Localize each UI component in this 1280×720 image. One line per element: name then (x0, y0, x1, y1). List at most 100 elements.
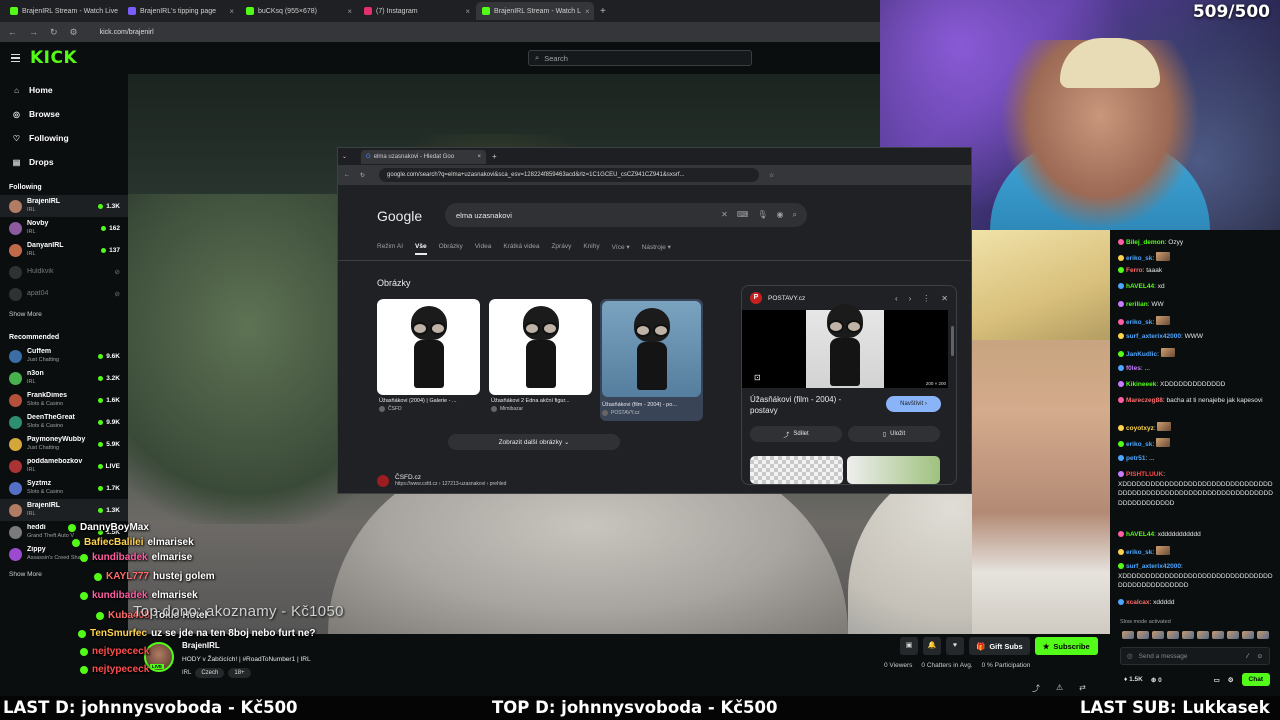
panel-scrollbar[interactable] (951, 326, 954, 356)
filter-tab[interactable]: Více ▾ (612, 243, 630, 255)
new-tab-icon[interactable]: + (600, 6, 606, 17)
back-icon[interactable]: ← (8, 27, 17, 37)
kick-logo[interactable]: KICK (30, 48, 77, 68)
chat-username[interactable]: xcalcax (1126, 599, 1150, 606)
channel-danyanirl[interactable]: DanyanIRL IRL 137 (0, 239, 128, 261)
nav-following[interactable]: ♡ Following (0, 126, 128, 150)
browser-tab[interactable]: (7) Instagram × (358, 2, 476, 20)
command-icon[interactable]: ⁄ (1247, 653, 1248, 660)
emoji-icon[interactable]: ☺ (1256, 653, 1263, 660)
filter-tab[interactable]: Režim AI (377, 243, 403, 255)
chat-username[interactable]: PISHTLUUK (1126, 471, 1163, 478)
chat-username[interactable]: eriko_sk (1126, 255, 1152, 262)
google-url[interactable]: google.com/search?q=elma+uzasnakovi&sca_… (379, 168, 760, 182)
close-icon[interactable]: ✕ (941, 294, 948, 303)
image-result[interactable]: Úžasňákovi (2004) | Galerie - ... ČSFD (377, 299, 480, 421)
filter-tab[interactable]: Nástroje ▾ (642, 243, 671, 255)
chat-username[interactable]: f0les (1126, 365, 1141, 372)
channel-brajenirl[interactable]: BrajenIRL IRL 1.3K (0, 499, 128, 521)
filter-tab[interactable]: Knihy (583, 243, 599, 255)
chat-gear-icon[interactable]: ⚙ (1228, 676, 1234, 684)
clear-icon[interactable]: ✕ (721, 210, 728, 220)
clip-icon[interactable]: ▣ (900, 637, 918, 655)
tab-list-icon[interactable]: ⌄ (342, 153, 347, 160)
channel-brajenirl[interactable]: BrajenIRL IRL 1.3K (0, 195, 128, 217)
chat-input[interactable]: ◎ Send a message ⁄ ☺ (1120, 647, 1270, 665)
filter-tab[interactable]: Zprávy (551, 243, 571, 255)
chat-username[interactable]: Bilej_demon (1126, 239, 1165, 246)
bookmark-star-icon[interactable]: ☆ (769, 172, 774, 179)
report-icon[interactable]: ⚠ (1056, 683, 1063, 694)
more-options-icon[interactable]: ⋮ (922, 294, 930, 303)
panel-title[interactable]: Úžasňákovi (film - 2004) - postavy (750, 394, 870, 416)
chat-username[interactable]: eriko_sk (1126, 441, 1152, 448)
emote-icon[interactable] (1197, 631, 1209, 639)
google-tab[interactable]: G elma uzasnakovi - Hledat Goo × (361, 149, 487, 164)
search-input[interactable]: ⌕ Search (528, 50, 752, 66)
followers-count[interactable]: ♦ 1.5K (1124, 676, 1143, 683)
stream-tag[interactable]: 18+ (228, 668, 251, 678)
nav-drops[interactable]: ▤ Drops (0, 150, 128, 174)
back-icon[interactable]: ← (344, 172, 350, 178)
chat-username[interactable]: rerilian (1126, 301, 1148, 308)
close-tab-icon[interactable]: × (585, 7, 590, 16)
prev-icon[interactable]: ‹ (895, 294, 898, 303)
reload-icon[interactable]: ↻ (50, 27, 58, 38)
browser-tab[interactable]: BrajenIRL's tipping page × (122, 2, 240, 20)
chat-username[interactable]: hAVEL44 (1126, 531, 1154, 538)
channel-poddamebozkov[interactable]: poddamebozkov IRL LIVE (0, 455, 128, 477)
chat-username[interactable]: Kikineeek (1126, 381, 1156, 388)
browser-tab[interactable]: buCKsq (955×678) × (240, 2, 358, 20)
related-thumb[interactable] (750, 456, 843, 484)
emote-icon[interactable] (1182, 631, 1194, 639)
chat-send-button[interactable]: Chat (1241, 673, 1270, 686)
save-button[interactable]: ▯ Uložit (848, 426, 940, 442)
lens-search-icon[interactable]: ⊡ (754, 373, 761, 382)
emote-icon[interactable] (1257, 631, 1269, 639)
emote-icon[interactable] (1167, 631, 1179, 639)
reload-icon[interactable]: ↻ (360, 172, 365, 179)
google-search-box[interactable]: elma uzasnakovi ✕ ⌨ 🎙 ◉ ⌕ (445, 203, 807, 227)
channel-deenthegreat[interactable]: DeenTheGreat Slots & Casino 9.9K (0, 411, 128, 433)
image-result[interactable]: Úžasňákovi 2 Edna akční figur... Mimibaza… (489, 299, 592, 421)
filter-tab[interactable]: Obrázky (439, 243, 463, 255)
close-tab-icon[interactable]: × (478, 154, 482, 160)
forward-icon[interactable]: → (29, 27, 38, 37)
chat-username[interactable]: eriko_sk (1126, 549, 1152, 556)
bell-icon[interactable]: 🔔 (923, 637, 941, 655)
filter-tab[interactable]: Krátká videa (503, 243, 539, 255)
channel-paymoneywubby[interactable]: PaymoneyWubby Just Chatting 5.9K (0, 433, 128, 455)
chat-username[interactable]: petr51 (1126, 455, 1146, 462)
chat-username[interactable]: Mareczeg88 (1126, 397, 1163, 404)
channel-novby[interactable]: Novby IRL 162 (0, 217, 128, 239)
chat-options-icon[interactable]: ▭ (1214, 676, 1220, 684)
menu-icon[interactable] (11, 54, 20, 62)
heart-icon[interactable]: ♥ (946, 637, 964, 655)
chat-username[interactable]: Ferro (1126, 267, 1143, 274)
close-tab-icon[interactable]: × (465, 7, 470, 16)
new-tab-icon[interactable]: + (492, 152, 497, 161)
channel-n3on[interactable]: n3on IRL 3.2K (0, 367, 128, 389)
filter-tab[interactable]: Videa (475, 243, 492, 255)
stream-tag[interactable]: IRL (182, 670, 191, 676)
channel-syztmz[interactable]: Syztmz Slots & Casino 1.7K (0, 477, 128, 499)
nav-home[interactable]: ⌂ Home (0, 78, 128, 102)
site-info-icon[interactable]: ⚙ (70, 27, 78, 38)
subscribe-button[interactable]: ★ Subscribe (1034, 637, 1098, 655)
chat-username[interactable]: surf_axterix42000 (1126, 333, 1181, 340)
mic-icon[interactable]: 🎙 (757, 210, 767, 220)
show-more-following[interactable]: Show More (0, 305, 128, 324)
channel-huldkvik[interactable]: Huldkvik ⊘ (0, 261, 128, 283)
search-result[interactable]: ČSFD.cz https://www.csfd.cz › 127213-uza… (377, 474, 506, 487)
visit-button[interactable]: Navštívit › (886, 396, 941, 412)
emote-icon[interactable] (1242, 631, 1254, 639)
emote-icon[interactable] (1152, 631, 1164, 639)
chat-username[interactable]: coyotxyz (1126, 425, 1154, 432)
share-button[interactable]: ⤴ Sdílet (750, 426, 842, 442)
image-result[interactable]: Úžasňákovi (film - 2004) - po... POSTAVY.… (600, 299, 703, 421)
stream-tag[interactable]: Czech (195, 668, 225, 678)
more-images-button[interactable]: Zobrazit další obrázky ⌄ (448, 434, 620, 450)
close-tab-icon[interactable]: × (229, 7, 234, 16)
chat-username[interactable]: JanKudlic (1126, 351, 1157, 358)
emote-icon[interactable] (1122, 631, 1134, 639)
